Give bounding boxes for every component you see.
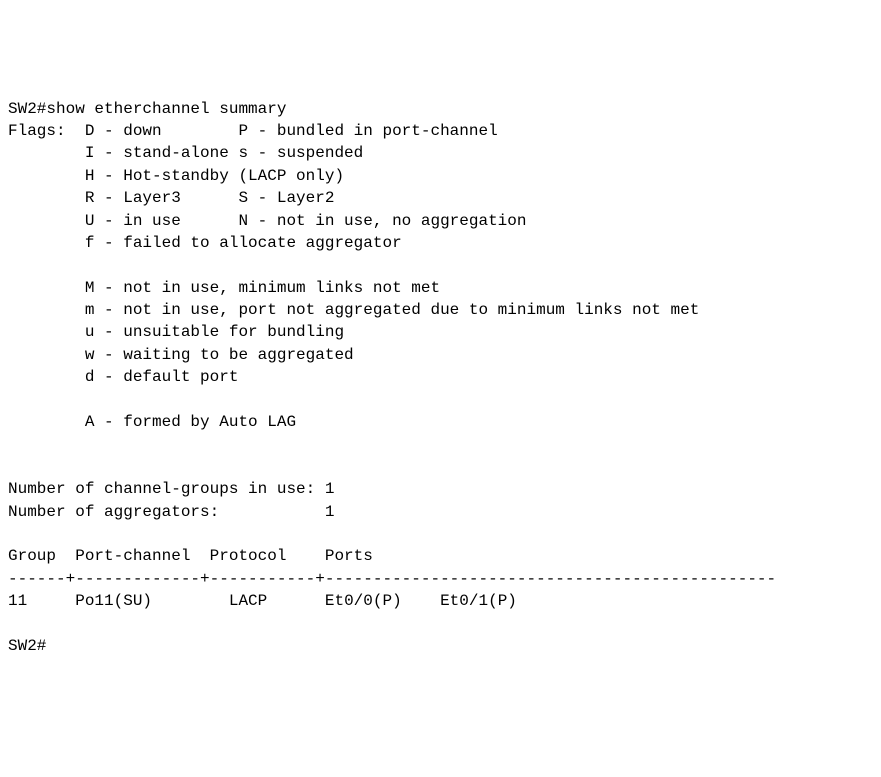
table-separator: ------+-------------+-----------+-------…: [8, 570, 776, 588]
flag-def-line: A - formed by Auto LAG: [85, 413, 296, 431]
table-cell-ports: Et0/0(P) Et0/1(P): [325, 592, 517, 610]
terminal-output: SW2#show etherchannel summary Flags: D -…: [8, 98, 873, 658]
prompt: SW2#: [8, 100, 46, 118]
flag-def-line: D - down P - bundled in port-channel: [85, 122, 498, 140]
table-cell-group: 11: [8, 592, 27, 610]
flag-def-line: U - in use N - not in use, no aggregatio…: [85, 212, 527, 230]
flag-def-line: R - Layer3 S - Layer2: [85, 189, 335, 207]
end-prompt: SW2#: [8, 637, 46, 655]
flag-def-line: I - stand-alone s - suspended: [85, 144, 363, 162]
flag-def-line: M - not in use, minimum links not met: [85, 279, 440, 297]
flag-def-line: f - failed to allocate aggregator: [85, 234, 402, 252]
flag-def-line: d - default port: [85, 368, 239, 386]
summary-value: 1: [325, 503, 335, 521]
flag-def-line: m - not in use, port not aggregated due …: [85, 301, 700, 319]
summary-label: Number of channel-groups in use:: [8, 480, 325, 498]
table-header: Group Port-channel Protocol Ports: [8, 547, 373, 565]
command-text: show etherchannel summary: [46, 100, 286, 118]
table-cell-protocol: LACP: [229, 592, 267, 610]
flag-def-line: w - waiting to be aggregated: [85, 346, 354, 364]
table-cell-portchannel: Po11(SU): [75, 592, 152, 610]
flag-def-line: H - Hot-standby (LACP only): [85, 167, 344, 185]
summary-label: Number of aggregators:: [8, 503, 325, 521]
flags-header: Flags:: [8, 122, 85, 140]
flag-def-line: u - unsuitable for bundling: [85, 323, 344, 341]
summary-value: 1: [325, 480, 335, 498]
